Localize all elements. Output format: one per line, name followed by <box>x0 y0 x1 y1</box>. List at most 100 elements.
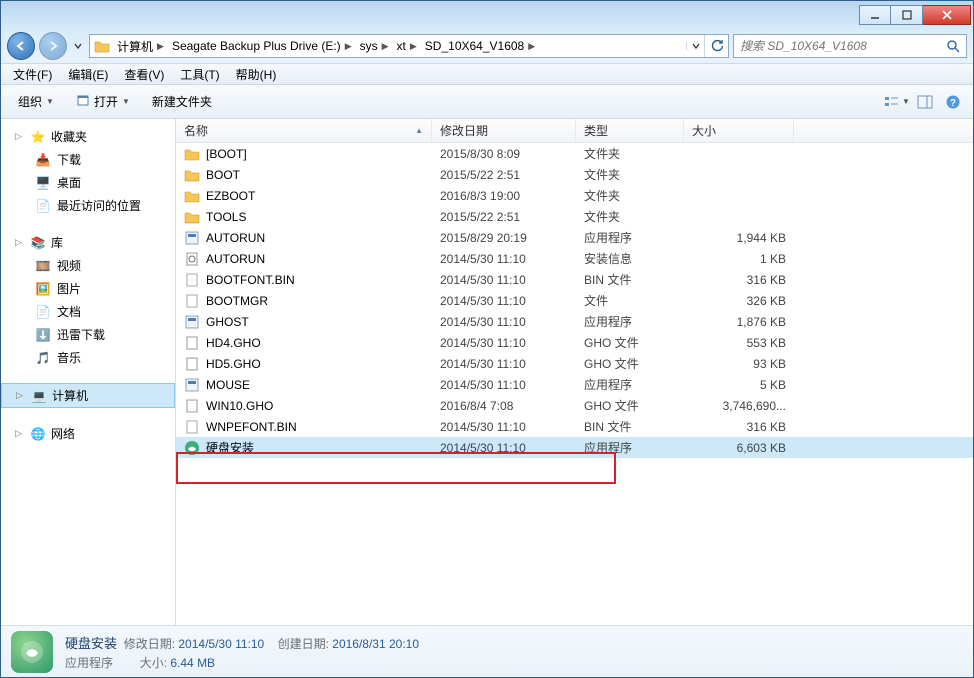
search-box[interactable] <box>733 34 967 58</box>
selected-file-icon <box>11 631 53 673</box>
file-name: GHOST <box>206 315 249 329</box>
nav-downloads[interactable]: 📥下载 <box>1 148 175 171</box>
nav-music[interactable]: 🎵音乐 <box>1 346 175 369</box>
file-row[interactable]: [BOOT]2015/8/30 8:09文件夹 <box>176 143 973 164</box>
file-name: MOUSE <box>206 378 250 392</box>
nav-favorites[interactable]: ▷⭐收藏夹 <box>1 125 175 148</box>
nav-history-dropdown[interactable] <box>71 32 85 60</box>
nav-computer[interactable]: ▷💻计算机 <box>1 383 175 408</box>
breadcrumb-computer[interactable]: 计算机▶ <box>113 35 168 57</box>
file-row[interactable]: BOOTFONT.BIN2014/5/30 11:10BIN 文件316 KB <box>176 269 973 290</box>
file-row[interactable]: AUTORUN2014/5/30 11:10安装信息1 KB <box>176 248 973 269</box>
preview-pane-button[interactable] <box>911 90 939 114</box>
address-history-dropdown[interactable] <box>686 42 704 50</box>
file-icon <box>184 146 200 162</box>
file-date: 2014/5/30 11:10 <box>432 252 576 266</box>
navigation-row: 计算机▶ Seagate Backup Plus Drive (E:)▶ sys… <box>1 29 973 63</box>
file-row[interactable]: TOOLS2015/5/22 2:51文件夹 <box>176 206 973 227</box>
nav-network[interactable]: ▷🌐网络 <box>1 422 175 445</box>
column-name[interactable]: 名称▲ <box>176 119 432 142</box>
file-row[interactable]: BOOTMGR2014/5/30 11:10文件326 KB <box>176 290 973 311</box>
file-rows[interactable]: [BOOT] 2015/8/30 8:09文件夹BOOT2015/5/22 2:5… <box>176 143 973 625</box>
file-row[interactable]: MOUSE2014/5/30 11:10应用程序5 KB <box>176 374 973 395</box>
address-bar[interactable]: 计算机▶ Seagate Backup Plus Drive (E:)▶ sys… <box>89 34 729 58</box>
file-name: WIN10.GHO <box>206 399 273 413</box>
nav-xunlei[interactable]: ⬇️迅雷下载 <box>1 323 175 346</box>
menu-tools[interactable]: 工具(T) <box>172 64 227 85</box>
file-name: BOOTMGR <box>206 294 268 308</box>
breadcrumb-xt[interactable]: xt▶ <box>393 35 421 57</box>
file-row[interactable]: WIN10.GHO2016/8/4 7:08GHO 文件3,746,690... <box>176 395 973 416</box>
file-name: [BOOT] <box>206 147 247 161</box>
back-button[interactable] <box>7 32 35 60</box>
maximize-button[interactable] <box>891 5 923 25</box>
file-icon <box>184 293 200 309</box>
file-icon <box>184 377 200 393</box>
file-type: 应用程序 <box>576 313 684 330</box>
file-type: 文件夹 <box>576 166 684 183</box>
column-type[interactable]: 类型 <box>576 119 684 142</box>
content-area: ▷⭐收藏夹 📥下载 🖥️桌面 📄最近访问的位置 ▷📚库 🎞️视频 🖼️图片 📄文… <box>1 119 973 625</box>
file-row[interactable]: 硬盘安装2014/5/30 11:10应用程序6,603 KB <box>176 437 973 458</box>
minimize-button[interactable] <box>859 5 891 25</box>
breadcrumb-current[interactable]: SD_10X64_V1608▶ <box>421 35 539 57</box>
file-icon <box>184 251 200 267</box>
file-date: 2015/5/22 2:51 <box>432 210 576 224</box>
nav-videos[interactable]: 🎞️视频 <box>1 254 175 277</box>
file-row[interactable]: HD5.GHO2014/5/30 11:10GHO 文件93 KB <box>176 353 973 374</box>
breadcrumb-drive[interactable]: Seagate Backup Plus Drive (E:)▶ <box>168 35 356 57</box>
file-type: 文件 <box>576 292 684 309</box>
nav-pictures[interactable]: 🖼️图片 <box>1 277 175 300</box>
search-input[interactable] <box>734 39 940 53</box>
menu-help[interactable]: 帮助(H) <box>228 64 285 85</box>
video-icon: 🎞️ <box>35 258 51 274</box>
close-button[interactable] <box>923 5 971 25</box>
nav-libraries[interactable]: ▷📚库 <box>1 231 175 254</box>
nav-desktop[interactable]: 🖥️桌面 <box>1 171 175 194</box>
breadcrumb-sys[interactable]: sys▶ <box>356 35 393 57</box>
file-type: GHO 文件 <box>576 334 684 351</box>
desktop-icon: 🖥️ <box>35 175 51 191</box>
refresh-button[interactable] <box>704 35 728 57</box>
navigation-pane[interactable]: ▷⭐收藏夹 📥下载 🖥️桌面 📄最近访问的位置 ▷📚库 🎞️视频 🖼️图片 📄文… <box>1 119 176 625</box>
open-button[interactable]: 打开▼ <box>65 88 141 115</box>
file-type: GHO 文件 <box>576 397 684 414</box>
file-row[interactable]: GHOST2014/5/30 11:10应用程序1,876 KB <box>176 311 973 332</box>
picture-icon: 🖼️ <box>35 281 51 297</box>
file-type: 应用程序 <box>576 229 684 246</box>
file-date: 2015/8/30 8:09 <box>432 147 576 161</box>
file-icon <box>184 230 200 246</box>
computer-icon: 💻 <box>31 388 47 404</box>
file-type: 应用程序 <box>576 376 684 393</box>
file-size: 326 KB <box>684 294 794 308</box>
new-folder-button[interactable]: 新建文件夹 <box>141 88 223 115</box>
forward-button[interactable] <box>39 32 67 60</box>
file-row[interactable]: WNPEFONT.BIN2014/5/30 11:10BIN 文件316 KB <box>176 416 973 437</box>
column-size[interactable]: 大小 <box>684 119 794 142</box>
file-date: 2016/8/3 19:00 <box>432 189 576 203</box>
help-button[interactable]: ? <box>939 90 967 114</box>
file-icon <box>184 398 200 414</box>
file-row[interactable]: AUTORUN2015/8/29 20:19应用程序1,944 KB <box>176 227 973 248</box>
file-name: WNPEFONT.BIN <box>206 420 297 434</box>
file-row[interactable]: BOOT2015/5/22 2:51文件夹 <box>176 164 973 185</box>
menu-edit[interactable]: 编辑(E) <box>60 64 116 85</box>
menu-file[interactable]: 文件(F) <box>5 64 60 85</box>
nav-documents[interactable]: 📄文档 <box>1 300 175 323</box>
file-name: HD5.GHO <box>206 357 261 371</box>
toolbar: 组织▼ 打开▼ 新建文件夹 ▼ ? <box>1 85 973 119</box>
file-row[interactable]: HD4.GHO2014/5/30 11:10GHO 文件553 KB <box>176 332 973 353</box>
nav-recent[interactable]: 📄最近访问的位置 <box>1 194 175 217</box>
search-icon[interactable] <box>940 39 966 53</box>
file-icon <box>184 314 200 330</box>
column-date[interactable]: 修改日期 <box>432 119 576 142</box>
file-name: EZBOOT <box>206 189 255 203</box>
file-size: 1,944 KB <box>684 231 794 245</box>
menu-view[interactable]: 查看(V) <box>116 64 172 85</box>
file-size: 6,603 KB <box>684 441 794 455</box>
organize-button[interactable]: 组织▼ <box>7 88 65 115</box>
view-options-button[interactable]: ▼ <box>883 90 911 114</box>
file-row[interactable]: EZBOOT2016/8/3 19:00文件夹 <box>176 185 973 206</box>
file-size: 553 KB <box>684 336 794 350</box>
file-name: AUTORUN <box>206 252 265 266</box>
